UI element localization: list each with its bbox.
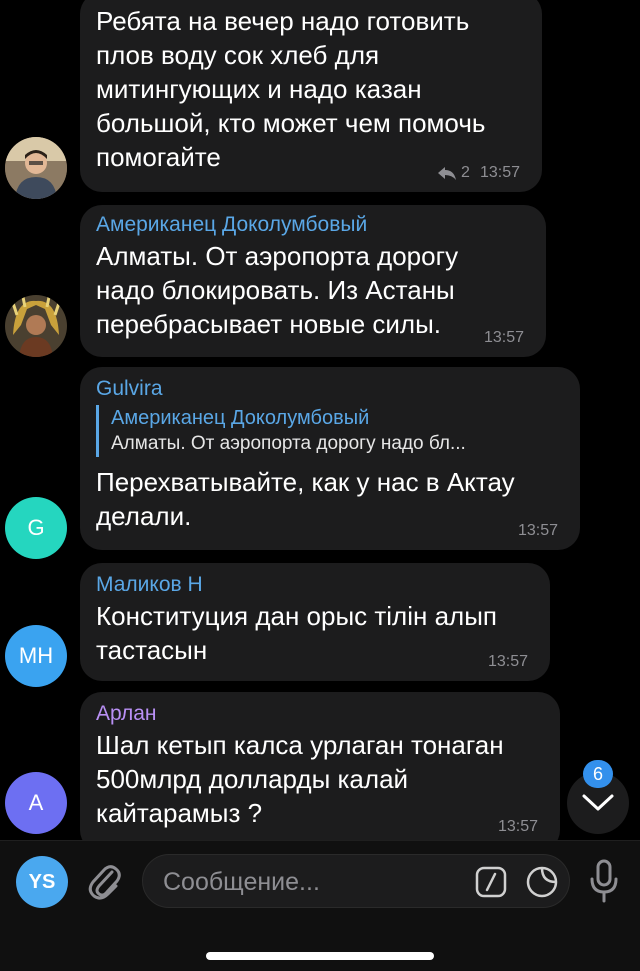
message-input[interactable]: Сообщение... [142, 854, 570, 908]
message-time: 13:57 [487, 653, 528, 670]
chat-area: Ребята на вечер надо готовить плов воду … [0, 0, 640, 840]
avatar-initials: G [27, 515, 45, 540]
message-text: Перехватывайте, как у нас в Актау делали… [96, 467, 515, 531]
slash-command-icon[interactable] [475, 866, 507, 898]
message-meta: 13:57 [488, 653, 528, 671]
avatar[interactable] [5, 295, 67, 357]
unread-count-badge: 6 [583, 760, 613, 788]
user-photo-icon [5, 137, 67, 199]
reply-count[interactable]: 2 [461, 164, 470, 182]
message-bubble[interactable]: Американец Доколумбовый Алматы. От аэроп… [80, 205, 546, 357]
message-time: 13:57 [483, 329, 524, 346]
quote-sender: Американец Доколумбовый [111, 407, 370, 429]
user-photo-icon [5, 295, 67, 357]
message-text: Конституция дан орыс тілін алып тастасын [96, 601, 497, 665]
sender-name[interactable]: Маликов Н [96, 571, 528, 599]
microphone-icon[interactable] [588, 859, 620, 903]
message-bubble[interactable]: Ребята на вечер надо готовить плов воду … [80, 0, 542, 192]
message-meta: 13:57 [518, 522, 558, 540]
avatar-initials: MH [18, 643, 54, 668]
message-text: Ребята на вечер надо готовить плов воду … [96, 6, 486, 172]
message-bubble[interactable]: Gulvira Американец Доколумбовый Алматы. … [80, 367, 580, 550]
avatar[interactable] [5, 137, 67, 199]
paperclip-icon[interactable] [88, 863, 122, 901]
message-meta: 2 13:57 [437, 164, 520, 182]
send-as-avatar[interactable]: YS [16, 856, 68, 908]
message-placeholder: Сообщение... [163, 868, 320, 896]
avatar[interactable]: G [5, 497, 67, 559]
message-input-bar: YS Сообщение... [0, 840, 640, 971]
sender-name[interactable]: Арлан [96, 700, 538, 728]
message-time: 13:57 [517, 522, 558, 539]
message-meta: 13:57 [498, 818, 538, 836]
message-text: Алматы. От аэропорта дорогу надо блокиро… [96, 241, 459, 339]
avatar-initials: A [28, 790, 44, 815]
message-bubble[interactable]: Маликов Н Конституция дан орыс тілін алы… [80, 563, 550, 681]
message-time: 13:57 [497, 818, 538, 835]
avatar[interactable]: MH [5, 625, 67, 687]
home-indicator [206, 952, 434, 960]
quote-text: Алматы. От аэропорта дорогу надо бл... [111, 433, 466, 454]
message-meta: 13:57 [484, 329, 524, 347]
avatar[interactable]: A [5, 772, 67, 834]
reply-arrow-icon [438, 167, 457, 180]
sender-name[interactable]: Gulvira [96, 375, 558, 403]
reply-quote[interactable]: Американец Доколумбовый Алматы. От аэроп… [96, 405, 558, 457]
sender-name[interactable]: Американец Доколумбовый [96, 211, 524, 239]
sticker-icon[interactable] [525, 865, 559, 899]
message-time: 13:57 [479, 164, 520, 181]
message-text: Шал кетып калса урлаган тонаган 500млрд … [96, 730, 504, 828]
message-bubble[interactable]: Арлан Шал кетып калса урлаган тонаган 50… [80, 692, 560, 840]
chevron-down-icon [582, 794, 614, 811]
